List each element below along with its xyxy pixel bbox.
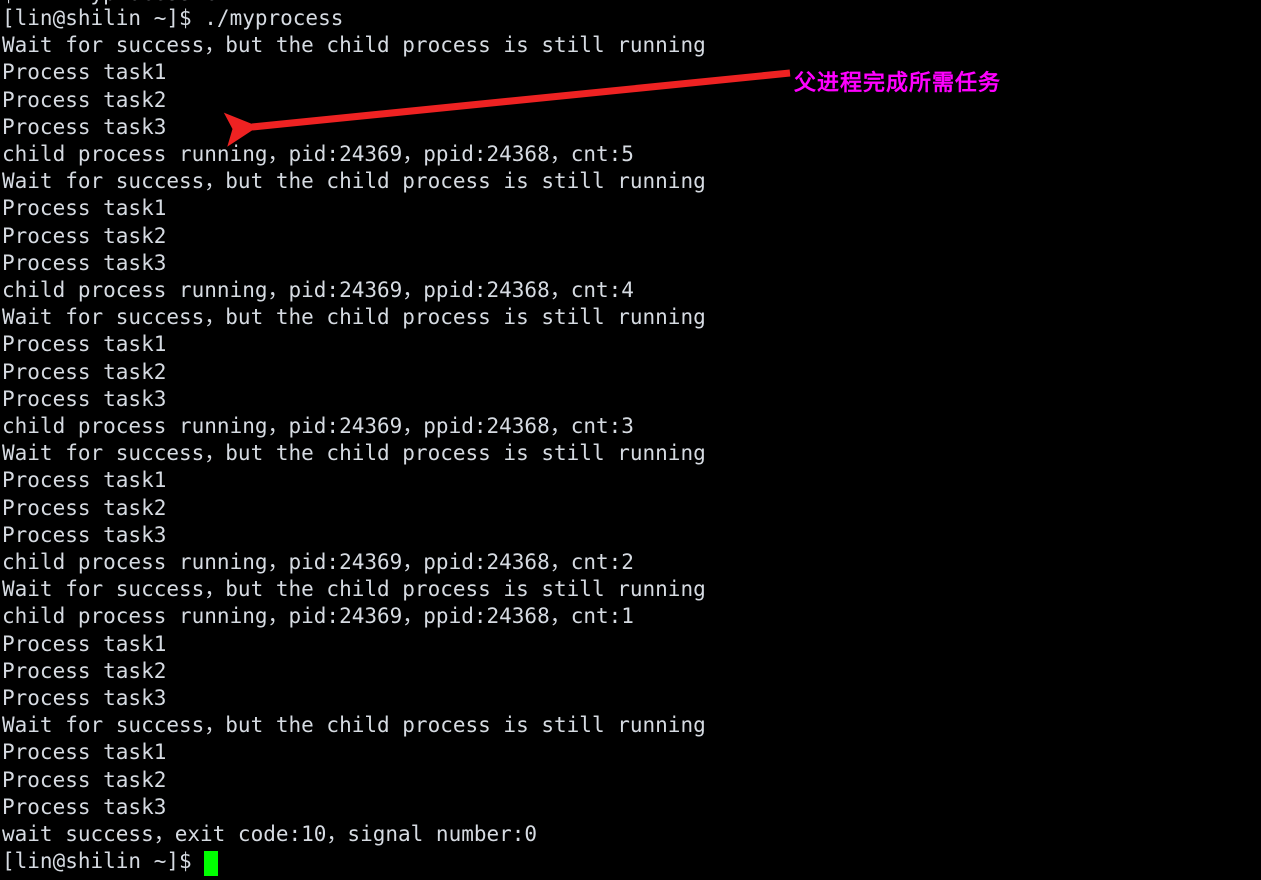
terminal-line: Process task1 <box>2 468 167 493</box>
terminal-line: Process task1 <box>2 332 167 357</box>
terminal-line: Process task2 <box>2 223 167 248</box>
terminal-line: Process task2 <box>2 767 167 792</box>
terminal-line: Process task3 <box>2 386 167 411</box>
terminal-cursor <box>204 851 219 877</box>
terminal-line: child process running，pid:24369，ppid:243… <box>2 414 634 438</box>
terminal-line: Process task2 <box>2 87 167 112</box>
terminal-line: Wait for success，but the child process i… <box>2 169 706 194</box>
terminal-line: child process running，pid:24369，ppid:243… <box>2 604 634 629</box>
terminal-line: Process task2 <box>2 658 167 683</box>
terminal-line: Wait for success，but the child process i… <box>2 305 706 330</box>
terminal-line: Process task3 <box>2 114 167 139</box>
terminal-line: Process task3 <box>2 250 167 275</box>
terminal-output[interactable]: [lin@shilin ~]$ ./myprocess Wait for succ… <box>0 0 1261 880</box>
terminal-line: Wait for success，but the child process i… <box>2 441 706 466</box>
terminal-line: [lin@shilin ~]$ ./myprocess <box>2 6 344 30</box>
terminal-line: Process task1 <box>2 740 167 765</box>
terminal-line: [lin@shilin ~]$ <box>2 849 205 874</box>
terminal-line: child process running，pid:24369，ppid:243… <box>2 278 634 302</box>
terminal-line: Wait for success，but the child process i… <box>2 33 706 58</box>
terminal-window: $ vim myprocess.c [lin@shilin ~]$ ./mypr… <box>0 0 1261 880</box>
terminal-line: Process task3 <box>2 522 167 547</box>
terminal-line: Wait for success，but the child process i… <box>2 577 706 602</box>
terminal-line: Wait for success，but the child process i… <box>2 713 706 738</box>
terminal-line: wait success，exit code:10，signal number:… <box>2 822 538 846</box>
terminal-line: Process task1 <box>2 196 167 221</box>
annotation-label: 父进程完成所需任务 <box>794 71 1002 96</box>
terminal-line: child process running，pid:24369，ppid:243… <box>2 550 634 574</box>
terminal-line: Process task2 <box>2 359 167 384</box>
terminal-line: Process task1 <box>2 60 167 85</box>
terminal-line: Process task3 <box>2 686 167 710</box>
terminal-line: Process task2 <box>2 495 167 520</box>
terminal-line: child process running，pid:24369，ppid:243… <box>2 142 634 166</box>
terminal-line: Process task3 <box>2 794 167 819</box>
terminal-line: Process task1 <box>2 631 167 656</box>
